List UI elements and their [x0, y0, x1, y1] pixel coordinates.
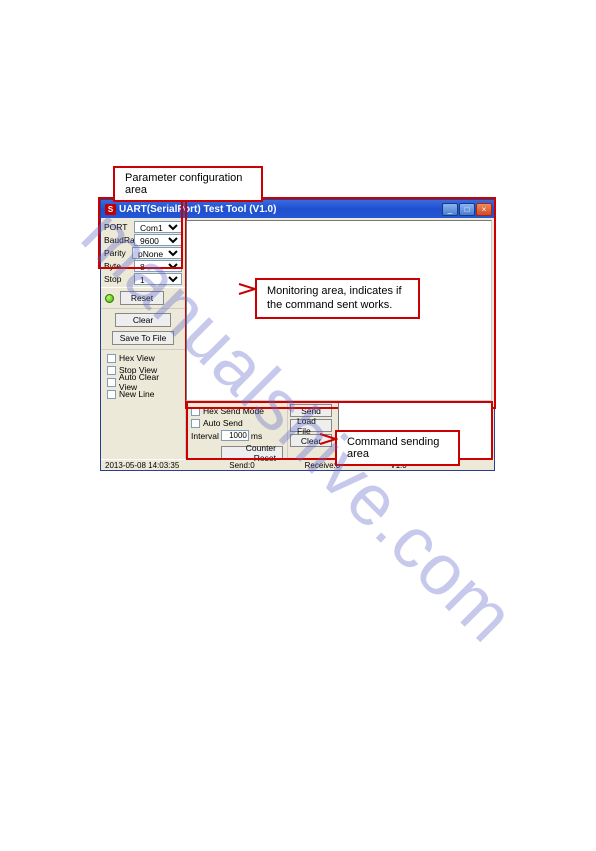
status-timestamp: 2013-05-08 14:03:35 [105, 461, 179, 470]
window-title-text: UART(SerialPort) Test Tool (V1.0) [119, 204, 276, 215]
hex-view-label: Hex View [119, 353, 155, 363]
baud-select[interactable]: 9600 [134, 234, 182, 246]
callout-tail-icon [318, 432, 338, 446]
auto-clear-checkbox[interactable] [107, 378, 116, 387]
byte-label: Byte [104, 261, 132, 271]
interval-label: Interval [191, 431, 219, 441]
new-line-checkbox[interactable] [107, 390, 116, 399]
send-options-panel: Hex Send Mode Auto Send Interval ms Coun… [186, 402, 288, 459]
maximize-button[interactable]: □ [459, 203, 475, 216]
status-led-icon [105, 294, 114, 303]
app-icon: S [105, 204, 116, 215]
param-panel: PORT Com1 BaudRa 9600 Parity pNone Byte … [101, 218, 185, 287]
reset-button[interactable]: Reset [120, 291, 164, 305]
send-buttons-panel: Send Load File Clear [290, 402, 336, 459]
auto-send-checkbox[interactable] [191, 419, 200, 428]
hex-send-label: Hex Send Mode [203, 406, 264, 416]
hex-send-checkbox[interactable] [191, 407, 200, 416]
callout-command: Command sending area [335, 430, 460, 466]
left-sidebar: PORT Com1 BaudRa 9600 Parity pNone Byte … [101, 218, 186, 459]
port-select[interactable]: Com1 [134, 221, 182, 233]
callout-monitor: Monitoring area, indicates if the comman… [255, 278, 420, 319]
right-column: Hex Send Mode Auto Send Interval ms Coun… [186, 218, 494, 459]
action-panel: Clear Save To File [101, 309, 185, 349]
interval-input[interactable] [221, 430, 249, 441]
stop-label: Stop [104, 274, 132, 284]
title-bar: S UART(SerialPort) Test Tool (V1.0) _ □ … [101, 200, 494, 218]
window-controls: _ □ × [442, 203, 492, 216]
auto-send-label: Auto Send [203, 418, 243, 428]
status-send-count: Send:0 [229, 461, 254, 470]
callout-param-config: Parameter configuration area [113, 166, 263, 202]
parity-label: Parity [104, 248, 130, 258]
port-label: PORT [104, 222, 132, 232]
load-file-button[interactable]: Load File [290, 419, 332, 432]
new-line-label: New Line [119, 389, 154, 399]
minimize-button[interactable]: _ [442, 203, 458, 216]
parity-select[interactable]: pNone [132, 247, 182, 259]
stop-select[interactable]: 1 [134, 273, 182, 285]
window-title: S UART(SerialPort) Test Tool (V1.0) [105, 204, 276, 215]
view-check-panel: Hex View Stop View Auto Clear View New L… [101, 349, 185, 402]
interval-unit: ms [251, 431, 262, 441]
reset-row: Reset [101, 287, 185, 309]
save-to-file-button[interactable]: Save To File [112, 331, 174, 345]
stop-view-checkbox[interactable] [107, 366, 116, 375]
byte-select[interactable]: 8 [134, 260, 182, 272]
close-button[interactable]: × [476, 203, 492, 216]
baud-label: BaudRa [104, 235, 132, 245]
clear-button[interactable]: Clear [115, 313, 171, 327]
hex-view-checkbox[interactable] [107, 354, 116, 363]
counter-reset-button[interactable]: Counter Reset [221, 446, 283, 460]
callout-tail-icon [237, 282, 257, 296]
